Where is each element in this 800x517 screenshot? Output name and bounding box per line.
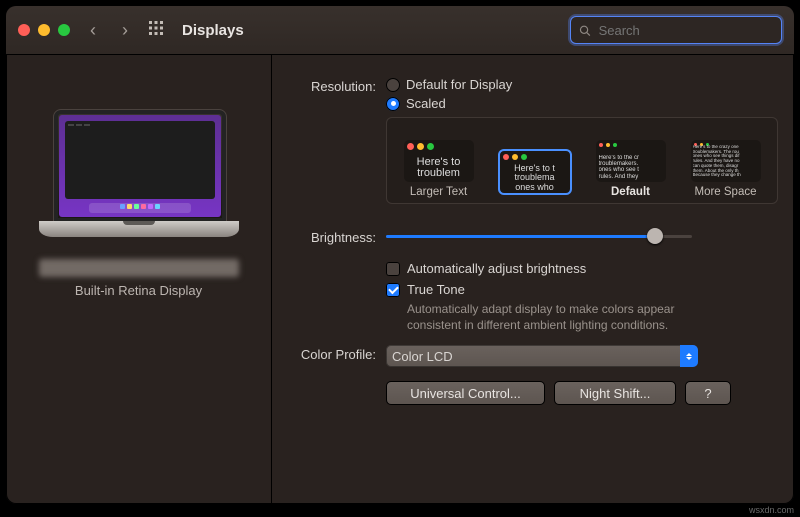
color-profile-label: Color Profile:: [288, 345, 376, 367]
universal-control-button[interactable]: Universal Control...: [386, 381, 545, 405]
resolution-label: Resolution:: [288, 77, 376, 204]
checkbox-label: Automatically adjust brightness: [407, 261, 586, 276]
display-model-redacted: [39, 259, 239, 277]
back-button[interactable]: ‹: [84, 21, 102, 39]
page-title: Displays: [182, 22, 244, 39]
search-input[interactable]: [597, 22, 773, 39]
window-controls: [18, 24, 70, 36]
select-value: Color LCD: [392, 349, 453, 364]
true-tone-checkbox[interactable]: True Tone: [386, 282, 778, 297]
scaled-resolution-picker: Here's to troublem Larger Text Here's to…: [386, 117, 778, 204]
resolution-default-option[interactable]: Default for Display: [386, 77, 778, 92]
search-icon: [579, 24, 591, 37]
chevron-right-icon: ›: [122, 21, 128, 39]
preferences-window: ‹ › Displays Built-in Retina Display Res…: [6, 6, 794, 504]
color-profile-select[interactable]: Color LCD: [386, 345, 698, 367]
radio-label: Default for Display: [406, 77, 512, 92]
updown-caret-icon: [680, 345, 698, 367]
search-field[interactable]: [570, 16, 782, 44]
auto-brightness-checkbox[interactable]: Automatically adjust brightness: [386, 261, 778, 276]
checkbox-icon: [386, 283, 400, 297]
grid-icon: [148, 20, 164, 36]
show-all-button[interactable]: [148, 20, 164, 41]
watermark: wsxdn.com: [749, 505, 794, 515]
resolution-scaled-option[interactable]: Scaled: [386, 96, 778, 111]
radio-icon: [386, 78, 400, 92]
scale-option-larger-text[interactable]: Here's to troublem Larger Text: [404, 140, 474, 198]
night-shift-button[interactable]: Night Shift...: [554, 381, 676, 405]
zoom-icon[interactable]: [58, 24, 70, 36]
scale-option-more-space[interactable]: Here's to the crazy one troublemakers. T…: [691, 140, 761, 198]
chevron-left-icon: ‹: [90, 21, 96, 39]
brightness-label: Brightness:: [288, 228, 376, 245]
minimize-icon[interactable]: [38, 24, 50, 36]
titlebar: ‹ › Displays: [6, 6, 794, 55]
radio-icon: [386, 97, 400, 111]
slider-knob-icon[interactable]: [647, 228, 663, 244]
forward-button[interactable]: ›: [116, 21, 134, 39]
true-tone-description: Automatically adapt display to make colo…: [407, 301, 697, 333]
sidebar: Built-in Retina Display: [6, 55, 272, 505]
brightness-slider[interactable]: [386, 228, 692, 244]
settings-panel: Resolution: Default for Display Scaled H…: [272, 55, 794, 505]
scale-option-2[interactable]: Here's to t troublema ones who: [499, 150, 571, 198]
scale-option-default[interactable]: Here's to the cr troublemakers. ones who…: [596, 140, 666, 198]
checkbox-icon: [386, 262, 400, 276]
display-name: Built-in Retina Display: [75, 283, 202, 298]
close-icon[interactable]: [18, 24, 30, 36]
display-thumbnail[interactable]: [39, 109, 239, 237]
checkbox-label: True Tone: [407, 282, 465, 297]
help-button[interactable]: ?: [685, 381, 731, 405]
radio-label: Scaled: [406, 96, 446, 111]
